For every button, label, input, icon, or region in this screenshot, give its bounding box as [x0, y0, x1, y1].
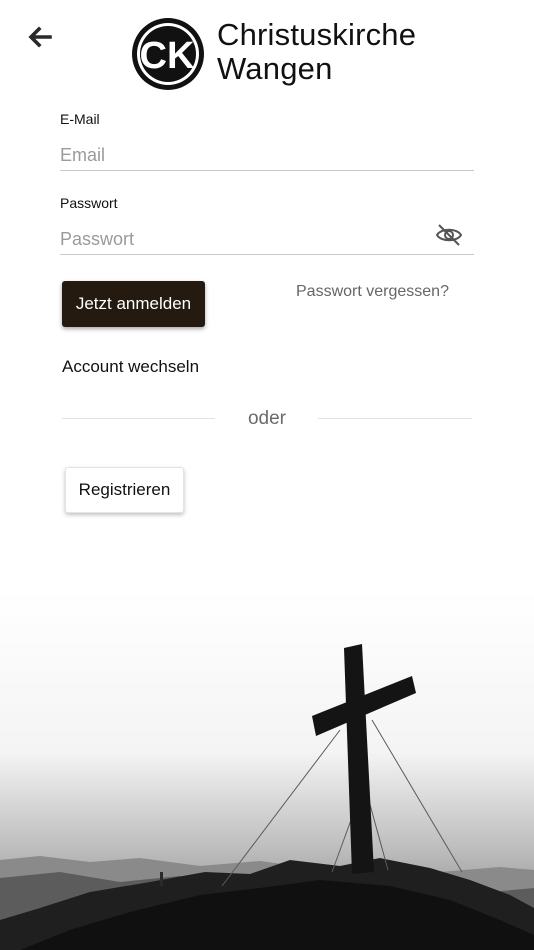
password-input[interactable] [60, 224, 474, 255]
login-button[interactable]: Jetzt anmelden [62, 281, 205, 327]
church-logo: CK Christuskirche Wangen [130, 16, 420, 94]
email-label: E-Mail [60, 111, 100, 127]
logo-line-1: Christuskirche [217, 17, 417, 52]
logo-line-2: Wangen [217, 51, 333, 86]
register-button[interactable]: Registrieren [65, 467, 184, 513]
logo-wordmark: Christuskirche Wangen [217, 18, 416, 86]
password-label: Passwort [60, 195, 118, 211]
switch-account-link[interactable]: Account wechseln [62, 357, 199, 377]
ck-logo-icon: CK [132, 18, 204, 90]
divider-label: oder [247, 408, 287, 429]
back-arrow-icon[interactable] [24, 22, 56, 52]
forgot-password-link[interactable]: Passwort vergessen? [296, 283, 449, 301]
logo-initials: CK [140, 35, 195, 77]
email-input[interactable] [60, 140, 474, 171]
summit-cross-image [0, 590, 534, 950]
eye-off-icon[interactable] [434, 222, 464, 248]
